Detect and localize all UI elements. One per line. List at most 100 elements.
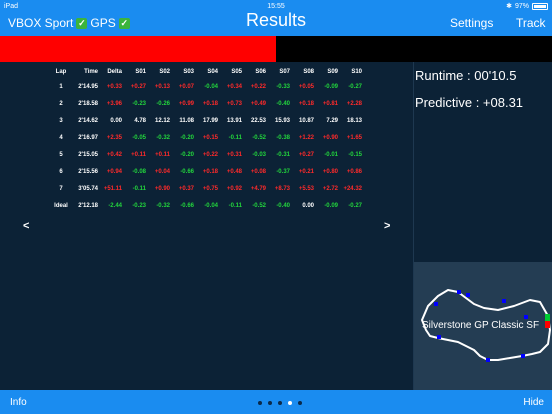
sector-value: +0.37	[178, 185, 194, 192]
sector-value: +0.86	[346, 168, 362, 175]
info-button[interactable]: Info	[10, 397, 27, 408]
track-map-panel[interactable]: Silverstone GP Classic SF	[414, 262, 552, 390]
lap-row: 7 3'05.74 +51.11 -0.11 +0.90 +0.37 +0.75 +0.92 +…	[48, 180, 362, 197]
lap-row: 2 2'18.58 +3.96 -0.23 -0.26 +0.99 +0.18 +0.73 +0…	[48, 95, 362, 112]
page-indicator[interactable]	[258, 401, 302, 405]
lap-number: 4	[59, 134, 63, 141]
track-button[interactable]: Track	[516, 16, 546, 30]
column-header: S08	[303, 69, 314, 75]
table-header-row: Lap Time Delta S01 S02 S03 S04 S05 S06 S07 S08 S09 S…	[48, 66, 362, 78]
settings-button[interactable]: Settings	[450, 16, 493, 30]
page-dot[interactable]	[278, 401, 282, 405]
lap-time: 2'18.58	[78, 100, 98, 107]
ideal-row: Ideal 2'12.18 -2.44 -0.23 -0.32 -0.66 -0.04 -0.…	[48, 197, 362, 214]
sector-value: +0.11	[155, 151, 170, 158]
sector-marker	[457, 290, 461, 294]
sector-value: +0.75	[202, 185, 218, 192]
sector-value: -0.11	[132, 185, 146, 192]
sector-value: -0.11	[228, 134, 242, 141]
page-dot[interactable]	[268, 401, 272, 405]
page-dot[interactable]	[298, 401, 302, 405]
sector-value: 22.53	[250, 117, 266, 124]
sector-value: -0.27	[348, 202, 362, 209]
lap-delta: +0.33	[106, 83, 122, 90]
lap-time: 2'12.18	[78, 202, 98, 209]
sector-marker	[524, 315, 528, 319]
sector-value: -0.20	[180, 151, 194, 158]
page-dot[interactable]	[288, 401, 292, 405]
sector-value: -0.04	[204, 83, 218, 90]
sector-value: +8.73	[274, 185, 290, 192]
lap-row: 3 2'14.62 0.00 4.78 12.12 11.08 17.99 13.91 22.5…	[48, 112, 362, 129]
sector-value: -0.40	[276, 202, 290, 209]
prev-page-arrow[interactable]: <	[23, 220, 29, 232]
sector-marker	[486, 358, 490, 362]
results-table: Lap Time Delta S01 S02 S03 S04 S05 S06 S07 S08 S09 S…	[48, 66, 362, 214]
sector-value: -0.52	[252, 134, 266, 141]
column-header: S01	[135, 69, 146, 75]
sector-value: -0.27	[348, 83, 362, 90]
sector-value: -0.23	[132, 100, 146, 107]
lap-delta: -2.44	[108, 202, 122, 209]
battery-icon	[532, 3, 548, 10]
sector-marker	[502, 299, 506, 303]
delta-bar	[0, 36, 552, 62]
lap-number: 7	[59, 185, 63, 192]
sector-value: +0.34	[226, 83, 242, 90]
lap-delta: +2.35	[106, 134, 122, 141]
sector-value: +0.27	[298, 151, 314, 158]
sector-value: +0.80	[322, 168, 338, 175]
sector-value: -0.38	[276, 134, 290, 141]
lap-delta: 0.00	[110, 117, 122, 124]
column-header: S03	[183, 69, 194, 75]
sector-value: +0.99	[178, 100, 194, 107]
sector-value: -0.09	[324, 83, 338, 90]
sector-value: +0.13	[154, 83, 170, 90]
sector-value: 13.91	[226, 117, 242, 124]
sector-value: +0.08	[250, 168, 266, 175]
lap-time: 2'16.97	[78, 134, 98, 141]
next-page-arrow[interactable]: >	[384, 220, 390, 232]
sector-value: 0.00	[302, 202, 314, 209]
sector-value: -0.11	[228, 202, 242, 209]
sector-value: 4.78	[134, 117, 146, 124]
sector-value: +0.90	[154, 185, 170, 192]
column-header: S05	[231, 69, 242, 75]
page-dot[interactable]	[258, 401, 262, 405]
sector-value: +0.11	[131, 151, 146, 158]
sector-value: -0.03	[252, 151, 266, 158]
finish-marker	[545, 321, 550, 328]
lap-number: 5	[59, 151, 63, 158]
sector-value: +1.22	[298, 134, 314, 141]
column-header: S06	[255, 69, 266, 75]
sector-value: +0.18	[298, 100, 314, 107]
sector-value: -0.66	[180, 168, 194, 175]
hide-button[interactable]: Hide	[523, 397, 544, 408]
sector-value: +0.05	[298, 83, 314, 90]
lap-number: 1	[59, 83, 63, 90]
sector-value: -0.52	[252, 202, 266, 209]
sector-value: -0.08	[132, 168, 146, 175]
sector-value: -0.23	[132, 202, 146, 209]
lap-delta: +0.94	[106, 168, 122, 175]
sector-value: +0.92	[226, 185, 242, 192]
sector-value: 11.08	[179, 117, 194, 124]
sector-value: +0.22	[250, 83, 266, 90]
lap-time: 2'14.62	[78, 117, 98, 124]
sector-value: 10.87	[298, 117, 314, 124]
sector-value: +0.73	[226, 100, 242, 107]
column-header: Lap	[55, 69, 67, 75]
runtime-readout: Runtime : 00'10.5	[415, 68, 517, 83]
sector-value: -0.09	[324, 202, 338, 209]
sector-value: +4.79	[250, 185, 266, 192]
lap-number: Ideal	[54, 202, 68, 209]
column-header: S07	[279, 69, 290, 75]
sector-value: +2.72	[322, 185, 338, 192]
lap-delta: +0.42	[106, 151, 122, 158]
sector-value: -0.66	[180, 202, 194, 209]
sector-value: +0.22	[202, 151, 218, 158]
column-header: S04	[207, 69, 218, 75]
lap-time: 2'15.56	[78, 168, 98, 175]
sector-value: 18.13	[346, 117, 362, 124]
bottom-bar: Info Hide	[0, 390, 552, 414]
